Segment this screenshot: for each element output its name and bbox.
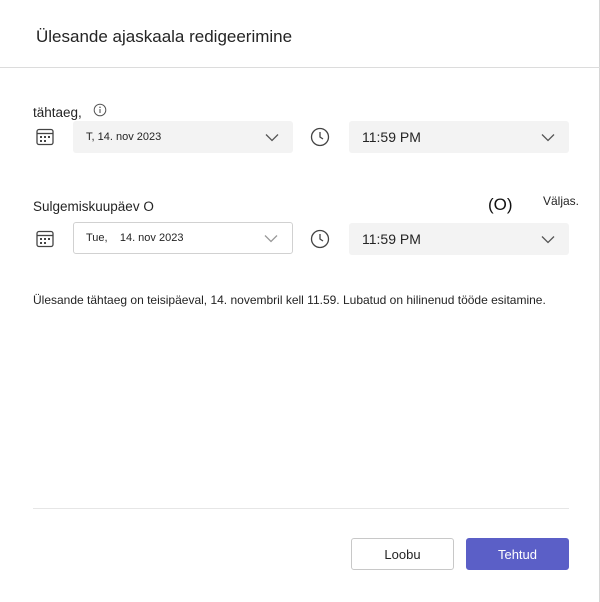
close-date-toggle[interactable]: (O): [488, 195, 513, 215]
due-date-value: T, 14. nov 2023: [86, 131, 162, 143]
close-time-picker[interactable]: 11:59 PM: [349, 223, 569, 255]
chevron-down-icon: [264, 234, 278, 242]
dialog-title: Ülesande ajaskaala redigeerimine: [36, 27, 293, 46]
due-date-picker[interactable]: T, 14. nov 2023: [73, 121, 293, 153]
clock-icon: [310, 229, 330, 249]
chevron-down-icon: [265, 133, 279, 141]
clock-icon: [310, 127, 330, 147]
calendar-icon: [36, 230, 54, 248]
close-date-toggle-text: Väljas.: [543, 194, 580, 208]
info-icon[interactable]: [93, 103, 107, 117]
timeline-summary-text: Ülesande tähtaeg on teisipäeval, 14. nov…: [33, 293, 546, 307]
close-date-value: Tue, 14. nov 2023: [86, 232, 184, 244]
chevron-down-icon: [541, 235, 555, 243]
due-time-value: 11:59 PM: [362, 129, 421, 145]
header-divider: [0, 67, 600, 68]
close-time-value: 11:59 PM: [362, 231, 421, 247]
close-date-label: Sulgemiskuupäev O: [33, 199, 154, 214]
due-time-picker[interactable]: 11:59 PM: [349, 121, 569, 153]
due-date-label: tähtaeg,: [33, 105, 82, 120]
edit-assignment-timeline-dialog: Ülesande ajaskaala redigeerimine tähtaeg…: [0, 0, 600, 602]
footer-divider: [33, 508, 569, 509]
cancel-button[interactable]: Loobu: [351, 538, 454, 570]
done-button[interactable]: Tehtud: [466, 538, 569, 570]
close-date-picker[interactable]: Tue, 14. nov 2023: [73, 222, 293, 254]
calendar-icon: [36, 128, 54, 146]
chevron-down-icon: [541, 133, 555, 141]
